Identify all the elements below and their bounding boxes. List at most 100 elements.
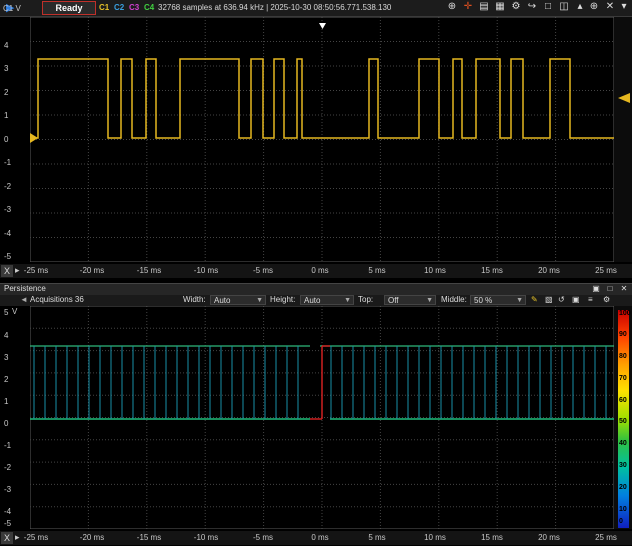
- chevron-up-icon[interactable]: ▴: [574, 1, 586, 13]
- trigger-level-marker-icon[interactable]: [30, 133, 38, 143]
- scope-x-axis: X ▸ -25 ms -20 ms -15 ms -10 ms -5 ms 0 …: [0, 264, 632, 278]
- pin-icon[interactable]: ▣: [590, 283, 602, 295]
- persistence-y-tick: 3: [4, 353, 9, 362]
- height-select[interactable]: Auto ▼: [300, 295, 354, 305]
- zoom-fit-icon[interactable]: ⊕: [588, 1, 600, 13]
- persistence-x-tick: -10 ms: [193, 533, 219, 542]
- scope-x-tick: 15 ms: [481, 266, 503, 275]
- settings-icon[interactable]: ⚙: [510, 1, 522, 13]
- scope-x-tick: 5 ms: [368, 266, 386, 275]
- persistence-y-unit: V: [12, 307, 18, 316]
- top-value: Off: [388, 296, 399, 305]
- scope-y-unit: C1 V: [3, 4, 21, 13]
- single-icon[interactable]: □: [542, 1, 554, 13]
- export-icon[interactable]: ↪: [526, 1, 538, 13]
- scope-offset-marker-icon[interactable]: [614, 17, 632, 262]
- chevron-down-icon: ▼: [344, 297, 351, 304]
- settings-icon[interactable]: ⚙: [603, 295, 610, 304]
- persistence-x-tick: -25 ms: [23, 533, 49, 542]
- scope-plot[interactable]: [30, 17, 614, 262]
- colorbar-label: 10: [619, 506, 627, 513]
- middle-label: Middle:: [441, 295, 467, 304]
- save-icon[interactable]: ▣: [572, 295, 580, 304]
- persistence-x-tick: -15 ms: [136, 533, 162, 542]
- scope-grid: [30, 17, 614, 262]
- colorbar-label: 80: [619, 353, 627, 360]
- top-select[interactable]: Off ▼: [384, 295, 436, 305]
- chevron-down-icon: ▼: [516, 297, 523, 304]
- scope-y-tick: -4: [4, 229, 12, 238]
- close-panel-icon[interactable]: ✕: [618, 283, 630, 295]
- palette-icon[interactable]: ▧: [545, 295, 553, 304]
- channel-c1-toggle[interactable]: C1: [99, 3, 109, 12]
- persistence-y-tick: -5: [4, 519, 12, 528]
- scope-x-tick: -10 ms: [193, 266, 219, 275]
- persistence-waveform: [30, 345, 614, 420]
- scope-y-tick: -3: [4, 205, 12, 214]
- acquisition-info: 32768 samples at 636.94 kHz | 2025-10-30…: [158, 3, 392, 12]
- channel-c2-toggle[interactable]: C2: [114, 3, 124, 12]
- zoom-icon[interactable]: ⊕: [446, 1, 458, 13]
- persistence-x-tick: 20 ms: [538, 533, 560, 542]
- persistence-x-tick: 0 ms: [311, 533, 329, 542]
- trigger-position-marker-icon[interactable]: [319, 23, 326, 29]
- scope-x-tick: -25 ms: [23, 266, 49, 275]
- persistence-plot[interactable]: [30, 306, 614, 529]
- restore-icon[interactable]: □: [604, 283, 616, 295]
- scope-y-tick: 2: [4, 88, 9, 97]
- chevron-down-icon[interactable]: ▾: [618, 1, 630, 13]
- measure-icon[interactable]: ▤: [478, 1, 490, 13]
- colorbar-label: 50: [619, 418, 627, 425]
- scope-x-button[interactable]: X: [1, 265, 13, 277]
- persistence-x-tick: 5 ms: [368, 533, 386, 542]
- middle-value: 50 %: [474, 296, 493, 305]
- persistence-y-axis: V 5 4 3 2 1 0 -1 -2 -3 -4 -5: [0, 306, 30, 529]
- options-icon[interactable]: ≡: [588, 295, 593, 304]
- width-select[interactable]: Auto ▼: [210, 295, 266, 305]
- persistence-y-tick: 5: [4, 308, 9, 317]
- scope-x-tick: -20 ms: [79, 266, 105, 275]
- chevron-down-icon: ▼: [426, 297, 433, 304]
- scope-chevron-icon[interactable]: ▸: [15, 265, 20, 276]
- clear-brush-icon[interactable]: ✎: [531, 295, 538, 304]
- middle-select[interactable]: 50 % ▼: [470, 295, 526, 305]
- acquisitions-count: Acquisitions 36: [30, 295, 84, 304]
- persistence-y-tick: 4: [4, 331, 9, 340]
- persistence-y-tick: -2: [4, 463, 12, 472]
- top-toolbar: ▶ Ready C1 C2 C3 C4 32768 samples at 636…: [0, 0, 632, 17]
- persistence-x-button[interactable]: X: [1, 532, 13, 544]
- split-icon[interactable]: ◫: [558, 1, 570, 13]
- channel-c4-toggle[interactable]: C4: [144, 3, 154, 12]
- persistence-x-tick: -20 ms: [79, 533, 105, 542]
- scope-y-tick: -5: [4, 252, 12, 261]
- persistence-x-tick: 25 ms: [595, 533, 617, 542]
- scope-x-tick: 10 ms: [424, 266, 446, 275]
- status-badge: Ready: [42, 1, 96, 15]
- close-icon[interactable]: ✕: [604, 1, 616, 13]
- scope-right-gutter: [614, 17, 632, 262]
- persistence-y-tick: 0: [4, 419, 9, 428]
- persistence-chevron-icon[interactable]: ▸: [15, 532, 20, 543]
- top-label: Top:: [358, 295, 374, 304]
- persistence-x-axis: X ▸ -25 ms -20 ms -15 ms -10 ms -5 ms 0 …: [0, 531, 632, 545]
- persistence-y-tick: 2: [4, 375, 9, 384]
- scope-y-tick: -1: [4, 158, 12, 167]
- colorbar-label: 70: [619, 375, 627, 382]
- colorbar-label: 60: [619, 397, 627, 404]
- persistence-y-tick: -4: [4, 507, 12, 516]
- colorbar-label: 30: [619, 462, 627, 469]
- scope-x-tick: -5 ms: [253, 266, 273, 275]
- scope-y-tick: -2: [4, 182, 12, 191]
- cursor-icon[interactable]: ✛: [462, 1, 474, 13]
- reset-icon[interactable]: ↺: [558, 295, 565, 304]
- scope-y-axis: C1 V 4 3 2 1 0 -1 -2 -3 -4 -5: [0, 4, 30, 262]
- persistence-x-tick: -5 ms: [253, 533, 273, 542]
- grid-icon[interactable]: ▦: [494, 1, 506, 13]
- persistence-title: Persistence: [4, 284, 46, 293]
- channel-c3-toggle[interactable]: C3: [129, 3, 139, 12]
- scope-y-tick: 4: [4, 41, 9, 50]
- scope-x-tick: 20 ms: [538, 266, 560, 275]
- expand-icon[interactable]: ◄: [20, 295, 28, 304]
- persistence-x-tick: 15 ms: [481, 533, 503, 542]
- colorbar-label: 40: [619, 440, 627, 447]
